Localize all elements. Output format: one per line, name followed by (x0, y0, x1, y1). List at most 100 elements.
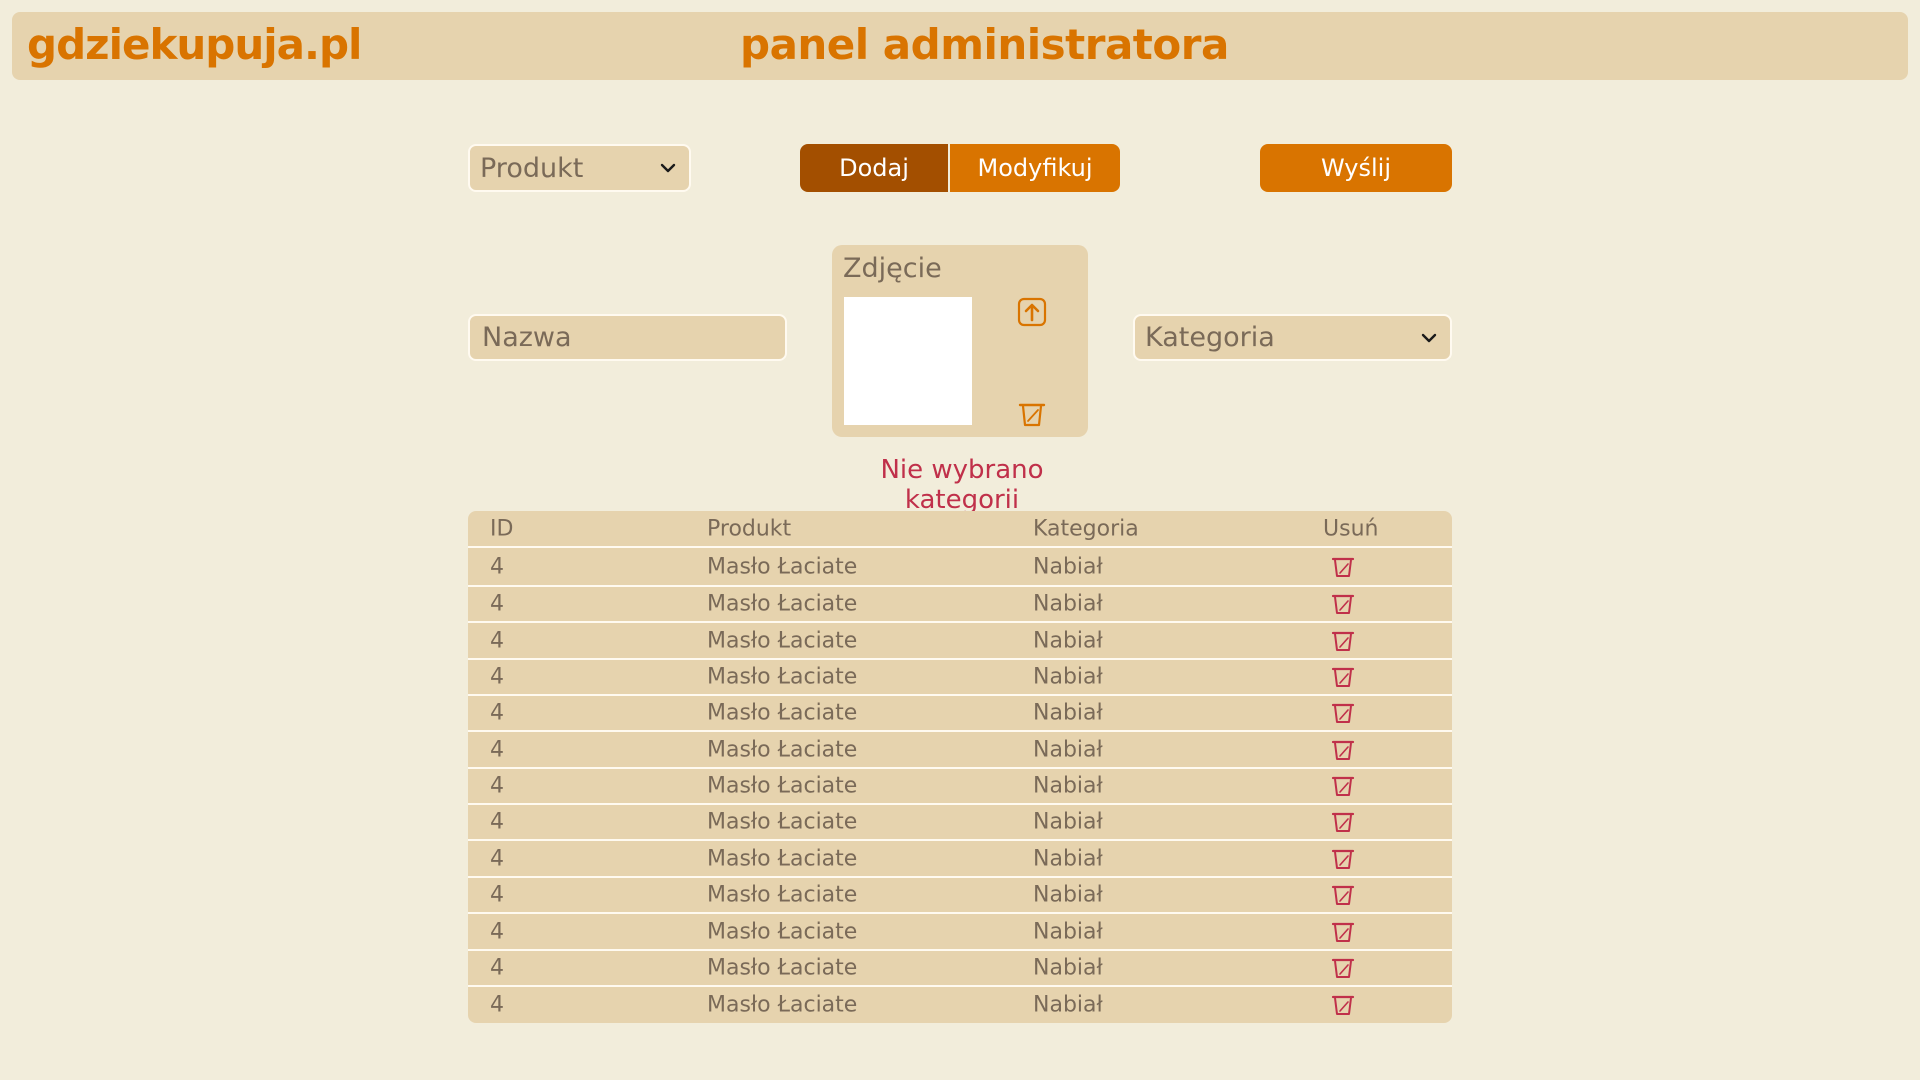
cell-id: 4 (490, 955, 504, 981)
trash-icon (1331, 885, 1355, 905)
table-row: 4 Masło Łaciate Nabiał (468, 987, 1452, 1023)
table-row: 4 Masło Łaciate Nabiał (468, 805, 1452, 841)
cell-id: 4 (490, 664, 504, 690)
header-bar: gdziekupuja.pl panel administratora (12, 12, 1908, 80)
cell-product: Masło Łaciate (707, 664, 858, 690)
table-row: 4 Masło Łaciate Nabiał (468, 548, 1452, 587)
header-id: ID (490, 516, 514, 541)
photo-label: Zdjęcie (843, 253, 942, 284)
delete-row-button[interactable] (1331, 738, 1355, 762)
trash-icon (1331, 703, 1355, 723)
delete-row-button[interactable] (1331, 920, 1355, 944)
trash-icon (1331, 667, 1355, 687)
site-logo[interactable]: gdziekupuja.pl (27, 20, 362, 69)
table-row: 4 Masło Łaciate Nabiał (468, 623, 1452, 660)
trash-icon (1331, 631, 1355, 651)
send-button[interactable]: Wyślij (1260, 144, 1452, 192)
cell-category: Nabiał (1033, 554, 1103, 579)
table-header-row: ID Produkt Kategoria Usuń (468, 511, 1452, 548)
table-row: 4 Masło Łaciate Nabiał (468, 769, 1452, 805)
cell-id: 4 (490, 919, 504, 944)
cell-id: 4 (490, 700, 504, 726)
cell-product: Masło Łaciate (707, 737, 858, 762)
trash-icon (1331, 812, 1355, 832)
table-row: 4 Masło Łaciate Nabiał (468, 732, 1452, 769)
cell-category: Nabiał (1033, 664, 1103, 690)
trash-icon[interactable] (1018, 400, 1046, 428)
header-product: Produkt (707, 516, 792, 541)
trash-icon (1331, 557, 1355, 577)
delete-row-button[interactable] (1331, 701, 1355, 725)
cell-id: 4 (490, 591, 504, 617)
cell-category: Nabiał (1033, 882, 1103, 908)
trash-icon (1331, 922, 1355, 942)
chevron-down-icon (660, 163, 676, 173)
cell-category: Nabiał (1033, 992, 1103, 1018)
header-delete: Usuń (1323, 516, 1379, 541)
delete-row-button[interactable] (1331, 629, 1355, 653)
cell-product: Masło Łaciate (707, 554, 858, 579)
table-row: 4 Masło Łaciate Nabiał (468, 878, 1452, 914)
category-select[interactable]: Kategoria (1133, 314, 1452, 361)
delete-row-button[interactable] (1331, 810, 1355, 834)
type-select[interactable]: Produkt (468, 144, 691, 192)
photo-upload-box: Zdjęcie (832, 245, 1088, 437)
delete-row-button[interactable] (1331, 774, 1355, 798)
photo-preview (844, 297, 972, 425)
error-message: Nie wybrano kategorii (880, 455, 1044, 515)
cell-product: Masło Łaciate (707, 700, 858, 726)
delete-row-button[interactable] (1331, 665, 1355, 689)
cell-id: 4 (490, 882, 504, 908)
trash-icon (1331, 849, 1355, 869)
cell-category: Nabiał (1033, 919, 1103, 944)
category-select-value: Kategoria (1145, 322, 1275, 353)
cell-category: Nabiał (1033, 809, 1103, 835)
table-row: 4 Masło Łaciate Nabiał (468, 841, 1452, 878)
cell-product: Masło Łaciate (707, 992, 858, 1018)
trash-icon (1331, 594, 1355, 614)
cell-id: 4 (490, 628, 504, 653)
cell-product: Masło Łaciate (707, 591, 858, 617)
cell-product: Masło Łaciate (707, 882, 858, 908)
cell-id: 4 (490, 846, 504, 871)
delete-row-button[interactable] (1331, 847, 1355, 871)
product-table: ID Produkt Kategoria Usuń 4 Masło Łaciate Nabi… (468, 511, 1452, 1023)
table-row: 4 Masło Łaciate Nabiał (468, 660, 1452, 696)
table-row: 4 Masło Łaciate Nabiał (468, 587, 1452, 623)
cell-category: Nabiał (1033, 773, 1103, 799)
delete-row-button[interactable] (1331, 555, 1355, 579)
cell-product: Masło Łaciate (707, 628, 858, 653)
upload-icon[interactable] (1017, 297, 1047, 327)
cell-id: 4 (490, 554, 504, 579)
cell-id: 4 (490, 737, 504, 762)
page-title: panel administratora (740, 20, 1229, 69)
cell-product: Masło Łaciate (707, 955, 858, 981)
table-row: 4 Masło Łaciate Nabiał (468, 914, 1452, 951)
cell-product: Masło Łaciate (707, 809, 858, 835)
trash-icon (1331, 995, 1355, 1015)
cell-category: Nabiał (1033, 955, 1103, 981)
cell-category: Nabiał (1033, 846, 1103, 871)
add-button[interactable]: Dodaj (800, 144, 948, 192)
trash-icon (1331, 740, 1355, 760)
cell-category: Nabiał (1033, 591, 1103, 617)
cell-category: Nabiał (1033, 737, 1103, 762)
header-category: Kategoria (1033, 516, 1139, 541)
cell-id: 4 (490, 992, 504, 1018)
name-input[interactable]: Nazwa (468, 314, 787, 361)
delete-row-button[interactable] (1331, 883, 1355, 907)
modify-button[interactable]: Modyfikuj (950, 144, 1120, 192)
cell-product: Masło Łaciate (707, 919, 858, 944)
delete-row-button[interactable] (1331, 993, 1355, 1017)
name-input-placeholder: Nazwa (482, 322, 572, 353)
type-select-value: Produkt (480, 152, 584, 184)
cell-product: Masło Łaciate (707, 773, 858, 799)
delete-row-button[interactable] (1331, 592, 1355, 616)
delete-row-button[interactable] (1331, 956, 1355, 980)
cell-product: Masło Łaciate (707, 846, 858, 871)
cell-id: 4 (490, 809, 504, 835)
mode-toggle: Dodaj Modyfikuj (800, 144, 1120, 192)
table-row: 4 Masło Łaciate Nabiał (468, 951, 1452, 987)
trash-icon (1331, 958, 1355, 978)
trash-icon (1331, 776, 1355, 796)
